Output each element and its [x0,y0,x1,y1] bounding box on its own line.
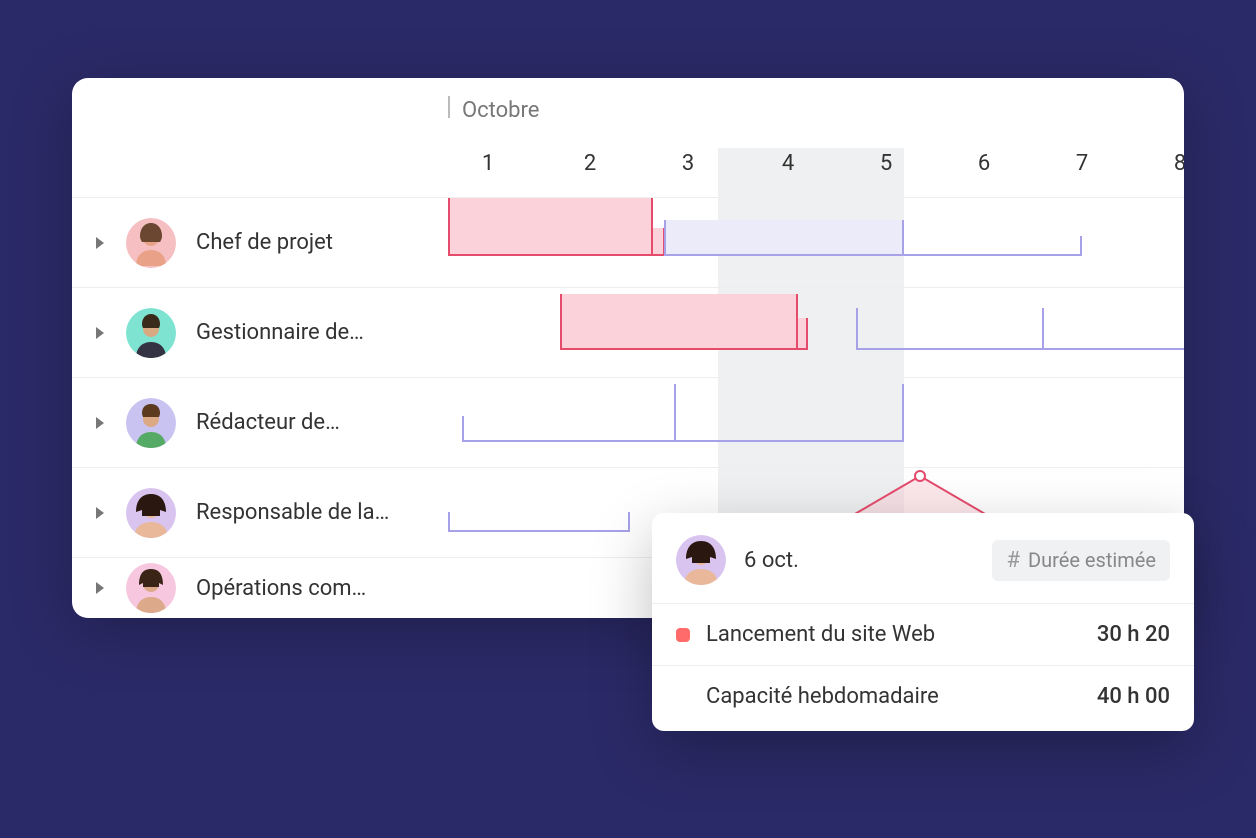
tooltip-row-value: 40 h 00 [1097,684,1170,709]
workload-tooltip: 6 oct. # Durée estimée Lancement du site… [652,513,1194,731]
avatar [126,218,176,268]
row-gestionnaire[interactable]: Gestionnaire de… [72,288,1184,378]
row-redacteur[interactable]: Rédacteur de… [72,378,1184,468]
role-label: Opérations com… [196,576,366,601]
timeline-header: Octobre 1 2 3 4 5 6 7 8 [72,78,1184,198]
tooltip-header: 6 oct. # Durée estimée [652,513,1194,603]
row-left: Responsable de la… [72,488,448,538]
row-chef-de-projet[interactable]: Chef de projet [72,198,1184,288]
day-7[interactable]: 7 [1076,151,1088,176]
expand-icon[interactable] [96,237,104,249]
month-label: Octobre [462,98,539,123]
day-6[interactable]: 6 [978,151,990,176]
expand-icon[interactable] [96,507,104,519]
expand-icon[interactable] [96,327,104,339]
row-left: Gestionnaire de… [72,308,448,358]
expand-icon[interactable] [96,417,104,429]
month-marker [448,96,450,118]
tooltip-row: Capacité hebdomadaire 40 h 00 [652,665,1194,727]
day-5[interactable]: 5 [880,151,892,176]
tooltip-tag[interactable]: # Durée estimée [992,540,1170,581]
day-1[interactable]: 1 [482,151,494,176]
day-8[interactable]: 8 [1174,151,1184,176]
avatar [126,488,176,538]
tooltip-row: Lancement du site Web 30 h 20 [652,603,1194,665]
row-left: Rédacteur de… [72,398,448,448]
tooltip-row-value: 30 h 20 [1097,622,1170,647]
tooltip-tag-label: Durée estimée [1028,548,1156,572]
row-left: Chef de projet [72,218,448,268]
avatar [126,563,176,613]
tooltip-row-label: Capacité hebdomadaire [706,684,1097,709]
role-label: Rédacteur de… [196,410,340,435]
role-label: Gestionnaire de… [196,320,364,345]
day-2[interactable]: 2 [584,151,596,176]
expand-icon[interactable] [96,582,104,594]
role-label: Responsable de la… [196,500,389,525]
avatar [126,398,176,448]
avatar [126,308,176,358]
day-numbers: 1 2 3 4 5 6 7 8 [448,151,1184,181]
project-color-dot [676,628,690,642]
avatar [676,535,726,585]
day-3[interactable]: 3 [682,151,694,176]
day-4[interactable]: 4 [782,151,794,176]
tooltip-row-label: Lancement du site Web [706,622,1097,647]
hash-icon: # [1006,548,1020,573]
row-left: Opérations com… [72,563,448,613]
role-label: Chef de projet [196,230,333,255]
tooltip-date: 6 oct. [744,548,992,573]
